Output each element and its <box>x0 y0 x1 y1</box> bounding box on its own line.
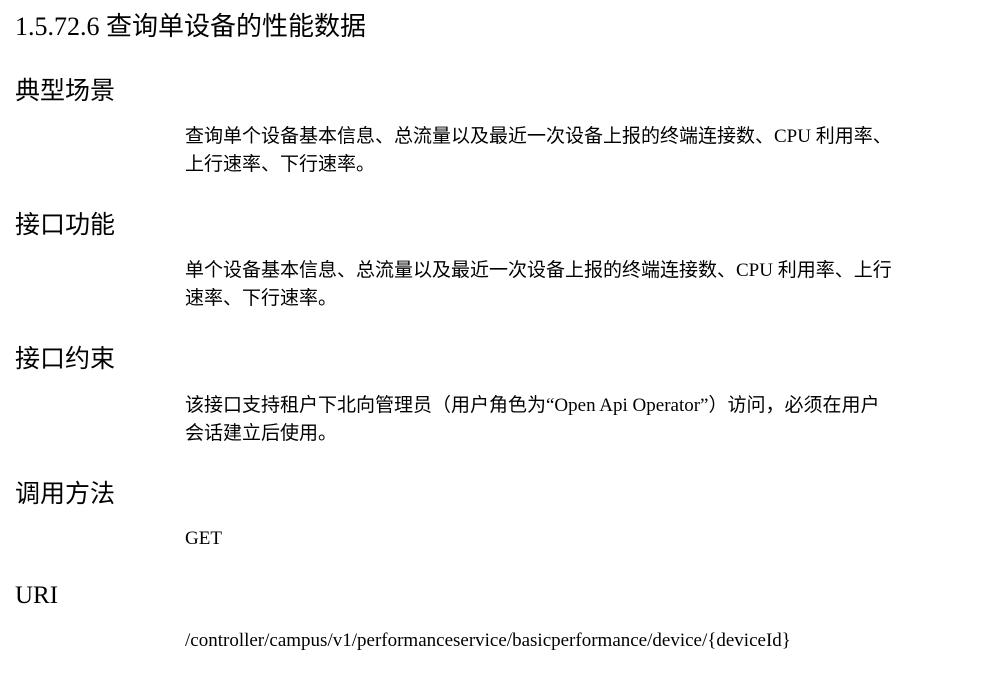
body-line: 查询单个设备基本信息、总流量以及最近一次设备上报的终端连接数、CPU 利用率、 <box>185 126 892 147</box>
uri-path: /controller/campus/v1/performanceservice… <box>185 630 791 651</box>
section-body-call-method: GET <box>185 525 975 553</box>
section-heading-typical-scenario: 典型场景 <box>15 78 116 105</box>
section-body-interface-constraint: 该接口支持租户下北向管理员（用户角色为“Open Api Operator”）访… <box>185 392 975 448</box>
body-line: 该接口支持租户下北向管理员（用户角色为“Open Api Operator”）访… <box>185 395 880 416</box>
page-title: 1.5.72.6 查询单设备的性能数据 <box>15 12 367 41</box>
http-method: GET <box>185 528 222 549</box>
section-heading-call-method: 调用方法 <box>15 481 116 508</box>
section-heading-interface-constraint: 接口约束 <box>15 346 116 373</box>
body-line: 会话建立后使用。 <box>185 423 338 444</box>
document-page: 1.5.72.6 查询单设备的性能数据 典型场景 查询单个设备基本信息、总流量以… <box>0 0 1006 678</box>
section-heading-uri: URI <box>15 582 59 609</box>
body-line: 上行速率、下行速率。 <box>185 154 376 175</box>
section-body-uri: /controller/campus/v1/performanceservice… <box>185 627 975 655</box>
body-line: 速率、下行速率。 <box>185 288 338 309</box>
section-heading-interface-function: 接口功能 <box>15 212 116 239</box>
section-body-typical-scenario: 查询单个设备基本信息、总流量以及最近一次设备上报的终端连接数、CPU 利用率、 … <box>185 123 975 179</box>
body-line: 单个设备基本信息、总流量以及最近一次设备上报的终端连接数、CPU 利用率、上行 <box>185 260 892 281</box>
section-body-interface-function: 单个设备基本信息、总流量以及最近一次设备上报的终端连接数、CPU 利用率、上行 … <box>185 257 975 313</box>
